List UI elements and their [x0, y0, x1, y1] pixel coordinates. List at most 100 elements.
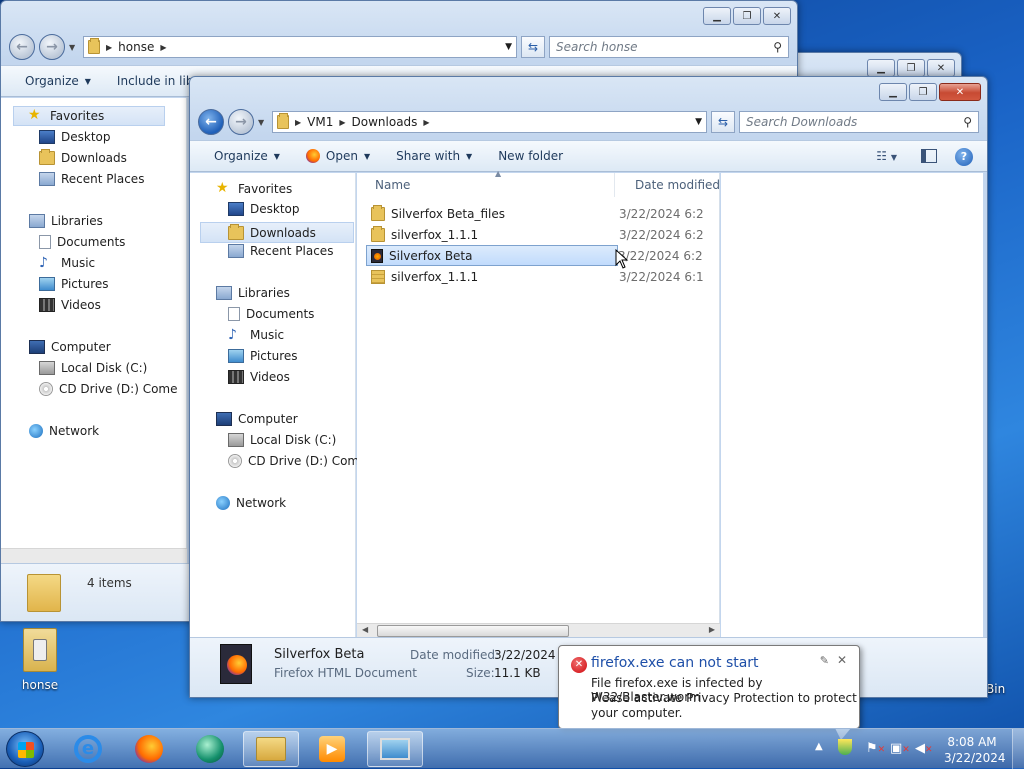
nav-favorites[interactable]: ★ Favorites	[13, 106, 165, 126]
nav-downloads[interactable]: Downloads	[39, 149, 127, 165]
nav-network[interactable]: Network	[216, 496, 286, 510]
action-center-flag-icon[interactable]: ⚑✕	[866, 741, 885, 756]
refresh-button[interactable]: ⇆	[711, 111, 735, 133]
chevron-right-icon[interactable]: ▶	[295, 118, 301, 127]
search-input[interactable]: Search Downloads ⚲	[739, 111, 979, 133]
search-input[interactable]: Search honse ⚲	[549, 36, 789, 58]
back-button[interactable]: ←	[198, 109, 224, 135]
taskbar-firefox[interactable]	[121, 731, 177, 767]
taskbar-screenshot-app[interactable]	[367, 731, 423, 767]
share-with-button[interactable]: Share with ▼	[396, 149, 472, 163]
nav-desktop[interactable]: Desktop	[39, 130, 111, 144]
taskbar-app-green[interactable]	[182, 731, 238, 767]
security-shield-icon[interactable]	[838, 739, 852, 755]
view-options-icon[interactable]: ☷ ▼	[876, 149, 897, 163]
forward-button[interactable]: →	[228, 109, 254, 135]
nav-documents[interactable]: Documents	[39, 235, 125, 249]
chevron-right-icon[interactable]: ▶	[423, 118, 429, 127]
file-row[interactable]: silverfox_1.1.1 3/22/2024 6:19 A	[371, 266, 703, 287]
scroll-left-icon[interactable]: ◀	[362, 625, 368, 634]
nav-computer[interactable]: Computer	[29, 340, 111, 354]
recent-pages-dropdown[interactable]: ▼	[69, 43, 79, 52]
network-status-icon[interactable]: ▣✕	[890, 741, 910, 756]
nav-recent-places[interactable]: Recent Places	[228, 244, 333, 258]
maximize-button[interactable]: ❐	[897, 59, 925, 77]
minimize-button[interactable]: ▁	[867, 59, 895, 77]
system-clock[interactable]: 8:08 AM 3/22/2024	[944, 734, 1006, 766]
minimize-button[interactable]: ▁	[879, 83, 907, 101]
scroll-right-icon[interactable]: ▶	[709, 625, 715, 634]
preview-pane-icon[interactable]	[921, 149, 937, 163]
organize-button[interactable]: Organize ▼	[25, 74, 91, 88]
start-button[interactable]	[6, 731, 44, 767]
nav-cd-drive[interactable]: CD Drive (D:) Come	[39, 382, 178, 396]
close-button[interactable]: ✕	[763, 7, 791, 25]
refresh-button[interactable]: ⇆	[521, 36, 545, 58]
nav-local-disk[interactable]: Local Disk (C:)	[39, 361, 147, 375]
folder-icon	[88, 38, 100, 54]
nav-recent-places[interactable]: Recent Places	[39, 172, 144, 186]
file-row[interactable]: Silverfox Beta_files 3/22/2024 6:22 A	[371, 203, 703, 224]
file-row-selected[interactable]: Silverfox Beta 3/22/2024 6:22 A	[366, 245, 702, 266]
new-folder-button[interactable]: New folder	[498, 149, 563, 163]
taskbar-media-player[interactable]: ▶	[304, 731, 360, 767]
file-row[interactable]: silverfox_1.1.1 3/22/2024 6:21 A	[371, 224, 703, 245]
column-header-date-modified[interactable]: Date modified	[635, 173, 720, 197]
balloon-close-button[interactable]: ✕	[837, 653, 847, 667]
nav-music[interactable]: ♪ Music	[39, 256, 95, 270]
chevron-right-icon[interactable]: ▶	[160, 43, 166, 52]
music-icon: ♪	[228, 327, 237, 343]
nav-documents[interactable]: Documents	[228, 307, 314, 321]
firefox-icon	[305, 149, 320, 163]
minimize-button[interactable]: ▁	[703, 7, 731, 25]
nav-libraries[interactable]: Libraries	[216, 286, 290, 300]
recent-places-icon	[228, 244, 244, 258]
breadcrumb-downloads[interactable]: Downloads	[352, 115, 418, 129]
maximize-button[interactable]: ❐	[733, 7, 761, 25]
taskbar-internet-explorer[interactable]: e	[60, 731, 116, 767]
nav-music[interactable]: ♪ Music	[228, 328, 284, 342]
help-icon[interactable]: ?	[955, 148, 973, 166]
search-icon: ⚲	[963, 115, 972, 129]
address-dropdown-icon[interactable]: ▼	[505, 42, 512, 52]
recent-pages-dropdown[interactable]: ▼	[258, 118, 268, 127]
show-desktop-button[interactable]	[1012, 729, 1024, 769]
desktop-icon-honse[interactable]: honse	[14, 628, 66, 692]
volume-muted-icon[interactable]: ◀✕	[915, 741, 933, 756]
close-button[interactable]: ✕	[927, 59, 955, 77]
include-in-library-button[interactable]: Include in libr	[117, 74, 198, 88]
desktop-icon-recycle-bin-label[interactable]: Bin	[986, 682, 1005, 696]
nav-libraries[interactable]: Libraries	[29, 214, 103, 228]
nav-network[interactable]: Network	[29, 424, 99, 438]
scrollbar-thumb[interactable]	[377, 625, 569, 637]
open-button[interactable]: Open ▼	[305, 149, 370, 163]
pin-icon[interactable]: ✎	[820, 654, 829, 667]
nav-pictures[interactable]: Pictures	[39, 277, 109, 291]
taskbar-windows-explorer[interactable]	[243, 731, 299, 767]
nav-computer[interactable]: Computer	[216, 412, 298, 426]
breadcrumb-honse[interactable]: honse	[118, 40, 154, 54]
maximize-button[interactable]: ❐	[909, 83, 937, 101]
nav-pictures[interactable]: Pictures	[228, 349, 298, 363]
nav-cd-drive[interactable]: CD Drive (D:) Come	[228, 454, 367, 468]
back-button[interactable]: ←	[9, 34, 35, 60]
close-button[interactable]: ✕	[939, 83, 981, 101]
organize-button[interactable]: Organize ▼	[214, 149, 280, 163]
address-bar[interactable]: ▶ honse ▶ ▼	[83, 36, 517, 58]
nav-videos[interactable]: Videos	[39, 298, 101, 312]
horizontal-scrollbar[interactable]	[1, 548, 187, 564]
chevron-right-icon[interactable]: ▶	[106, 43, 112, 52]
nav-desktop[interactable]: Desktop	[228, 202, 300, 216]
nav-videos[interactable]: Videos	[228, 370, 290, 384]
nav-favorites[interactable]: ★ Favorites	[216, 181, 292, 197]
nav-local-disk[interactable]: Local Disk (C:)	[228, 433, 336, 447]
column-header-name[interactable]: Name ▲	[375, 169, 615, 197]
forward-button[interactable]: →	[39, 34, 65, 60]
infection-warning-balloon[interactable]: ✕ firefox.exe can not start ✎ ✕ File fir…	[558, 645, 860, 740]
address-dropdown-icon[interactable]: ▼	[695, 117, 702, 127]
address-bar[interactable]: ▶ VM1 ▶ Downloads ▶ ▼	[272, 111, 707, 133]
nav-downloads[interactable]: Downloads	[200, 222, 354, 243]
show-hidden-icons-icon[interactable]: ▲	[815, 741, 823, 752]
breadcrumb-vm1[interactable]: VM1	[307, 115, 333, 129]
chevron-right-icon[interactable]: ▶	[339, 118, 345, 127]
